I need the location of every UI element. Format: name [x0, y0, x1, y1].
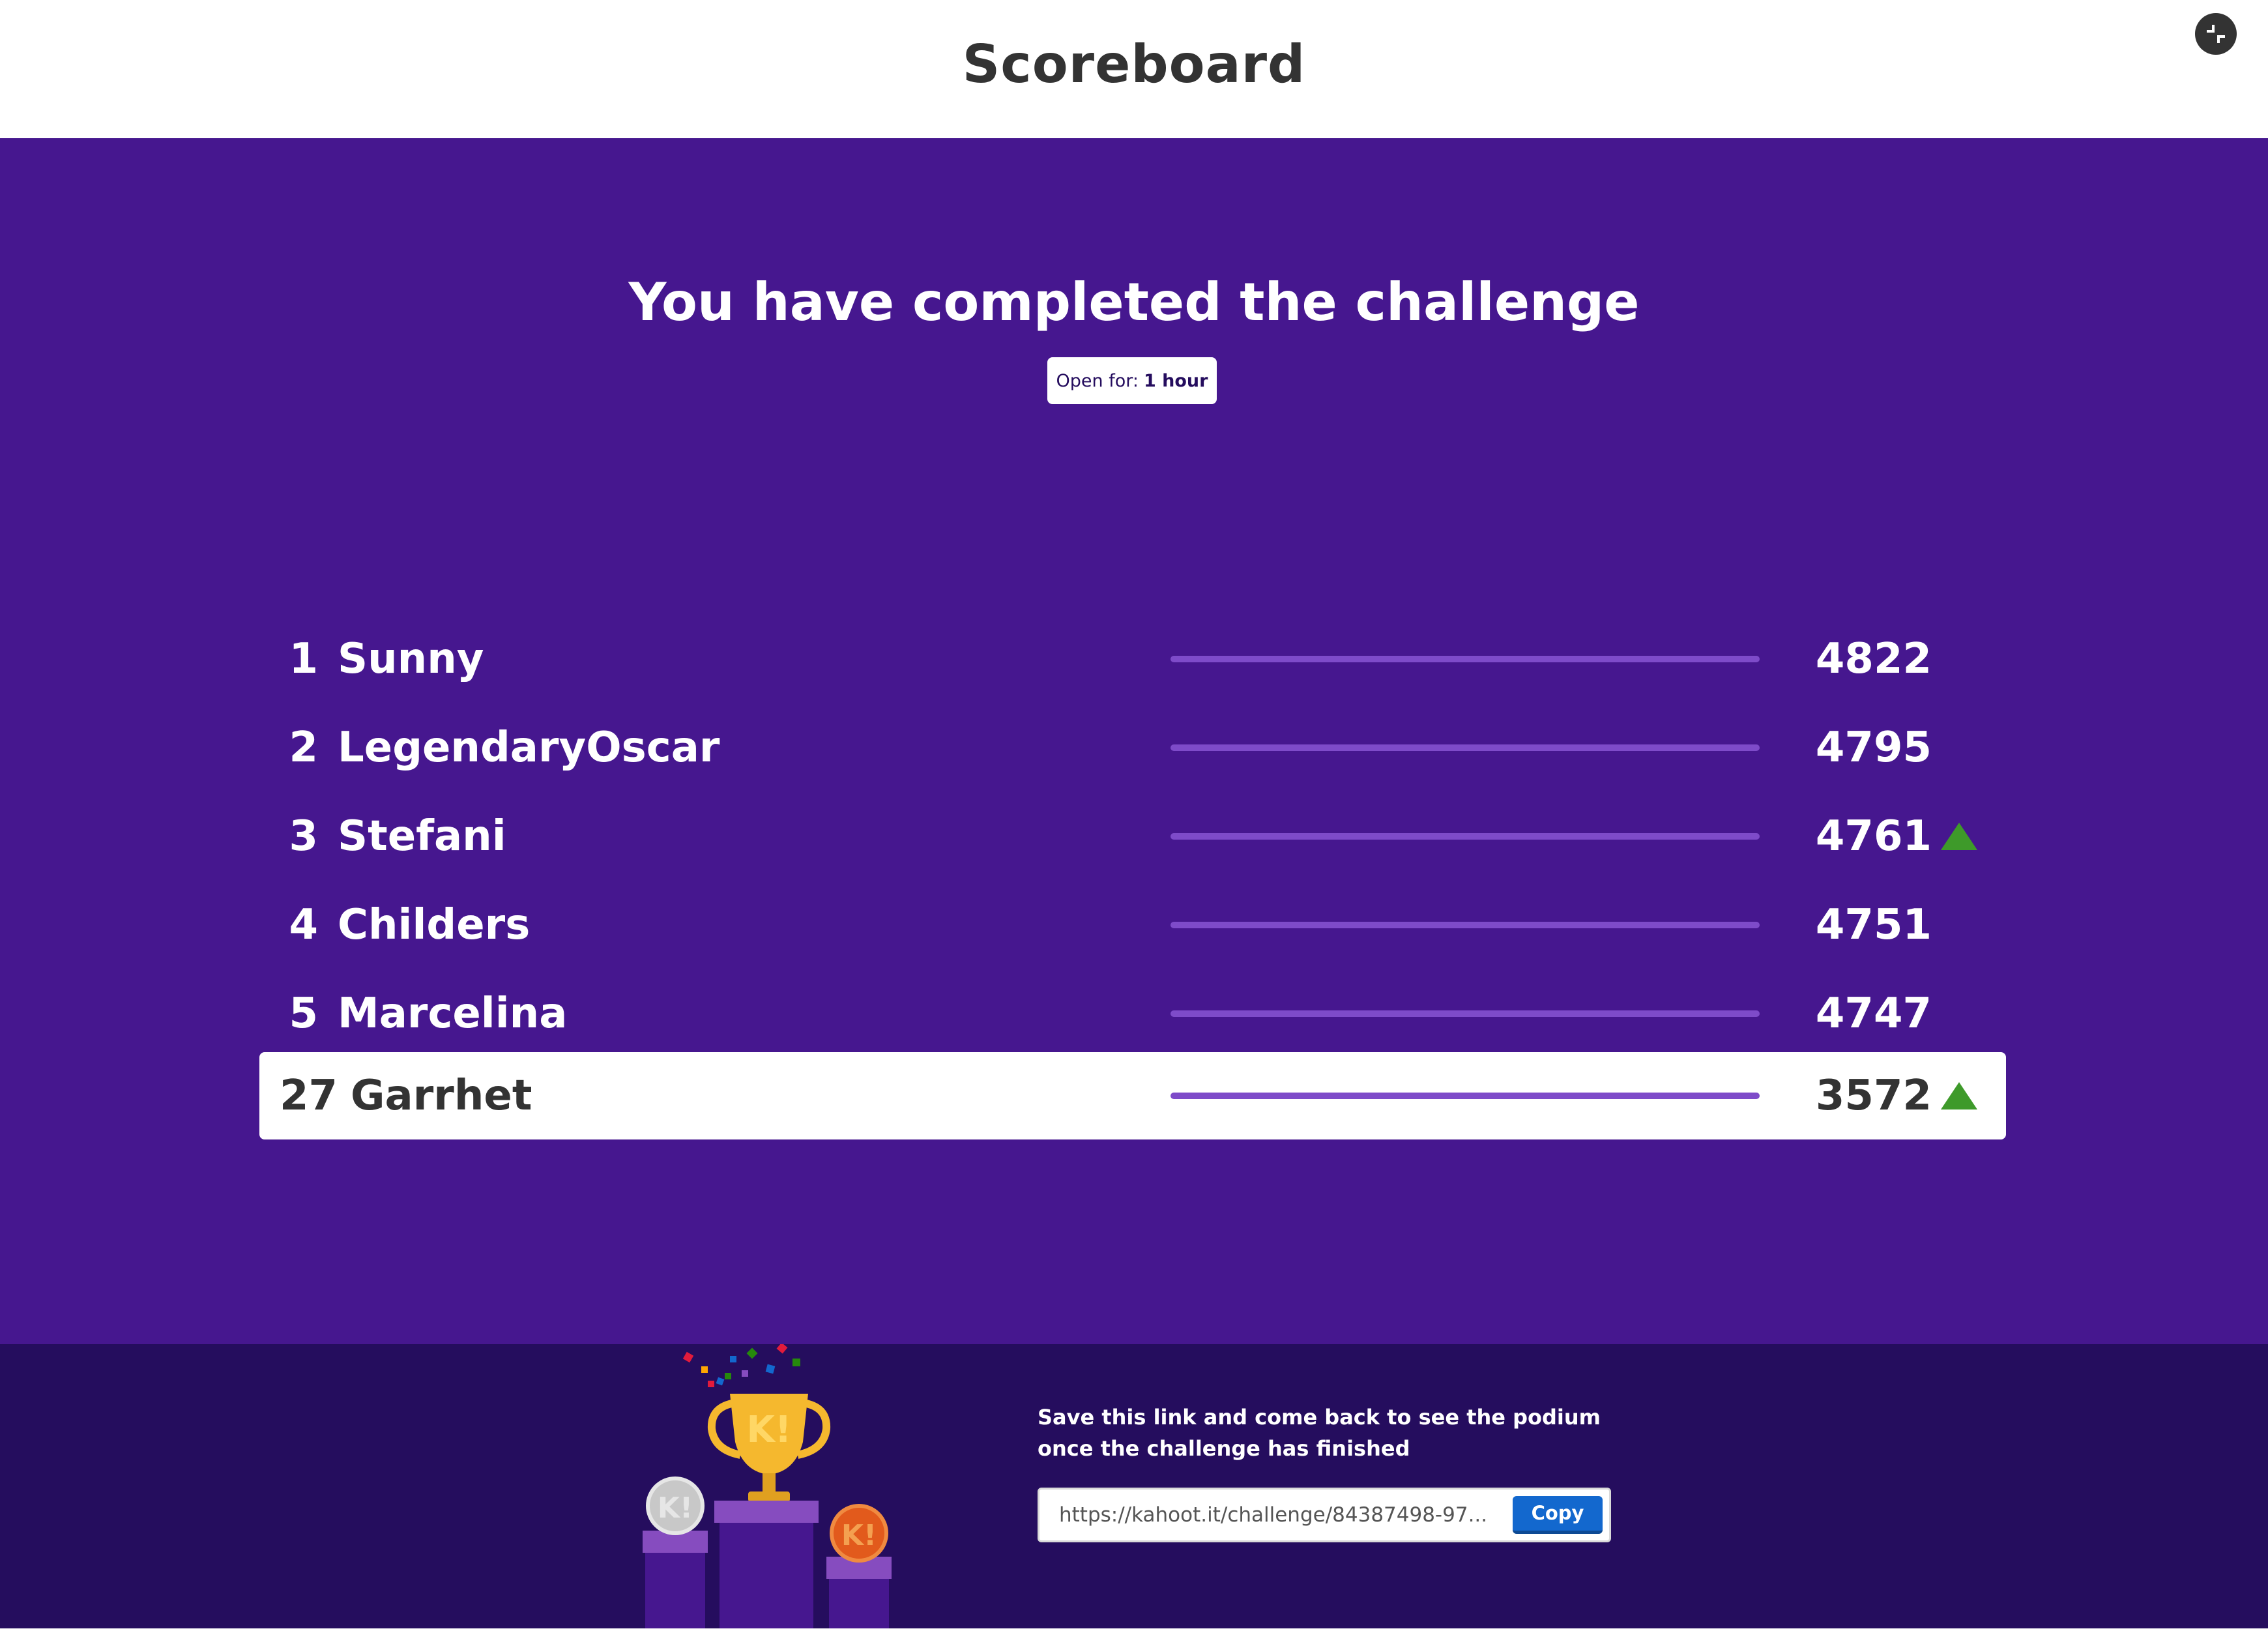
- leaderboard-row: 4 Childers 4751: [259, 881, 2006, 969]
- row-rank: 4: [289, 901, 318, 949]
- row-score: 4751: [1815, 901, 1932, 949]
- trophy-podium-icon: K! K! K!: [643, 1338, 892, 1628]
- page-title: Scoreboard: [962, 34, 1306, 95]
- footer: K! K! K! Save this link and come back to…: [0, 1338, 2268, 1628]
- message-line-1: Save this link and come back to see the …: [1038, 1405, 1601, 1430]
- row-score-bar: [1170, 1093, 1760, 1099]
- fullscreen-exit-icon: [2207, 25, 2225, 43]
- copy-button[interactable]: Copy: [1513, 1496, 1603, 1534]
- row-score: 4822: [1815, 635, 1932, 683]
- row-player-name: LegendaryOscar: [338, 724, 720, 772]
- row-score: 4795: [1815, 724, 1932, 772]
- row-player-name: Childers: [338, 901, 531, 949]
- message-line-2: once the challenge has finished: [1038, 1436, 1410, 1461]
- row-score-bar: [1170, 744, 1760, 751]
- row-score-bar: [1170, 833, 1760, 840]
- podium-illustration: K! K! K!: [639, 1338, 912, 1628]
- podium-link-message: Save this link and come back to see the …: [1038, 1402, 1624, 1464]
- row-player-name: Stefani: [338, 812, 506, 860]
- row-rank: 5: [289, 990, 318, 1038]
- open-for-value: 1 hour: [1143, 370, 1208, 391]
- bronze-medal-logo: K!: [841, 1519, 877, 1552]
- row-player-name: Marcelina: [338, 990, 568, 1038]
- silver-medal-logo: K!: [658, 1491, 693, 1525]
- fullscreen-button[interactable]: [2195, 13, 2237, 55]
- leaderboard-row: 5 Marcelina 4747: [259, 970, 2006, 1057]
- row-score-bar: [1170, 922, 1760, 928]
- row-score: 3572: [1815, 1072, 1932, 1120]
- leaderboard-row: 3 Stefani 4761: [259, 793, 2006, 880]
- row-score: 4747: [1815, 990, 1932, 1038]
- main-panel: You have completed the challenge Open fo…: [0, 138, 2268, 1344]
- challenge-link-field[interactable]: https://kahoot.it/challenge/84387498-97.…: [1038, 1488, 1611, 1542]
- rank-up-icon: [1941, 1082, 1977, 1109]
- row-rank: 27: [279, 1072, 338, 1120]
- row-score-bar: [1170, 1010, 1760, 1017]
- header: Scoreboard: [0, 0, 2268, 138]
- row-rank: 3: [289, 812, 318, 860]
- leaderboard-row: 2 LegendaryOscar 4795: [259, 704, 2006, 791]
- challenge-link-text[interactable]: https://kahoot.it/challenge/84387498-97.…: [1059, 1490, 1489, 1540]
- leaderboard-row: 1 Sunny 4822: [259, 615, 2006, 703]
- row-player-name: Sunny: [338, 635, 484, 683]
- completion-heading: You have completed the challenge: [628, 272, 1640, 332]
- trophy-logo: K!: [747, 1409, 792, 1451]
- open-for-label: Open for:: [1056, 370, 1139, 391]
- current-player-row: 27 Garrhet 3572: [259, 1052, 2006, 1139]
- row-score-bar: [1170, 656, 1760, 662]
- open-for-badge: Open for: 1 hour: [1047, 357, 1217, 404]
- row-player-name: Garrhet: [351, 1072, 532, 1120]
- rank-up-icon: [1941, 823, 1977, 850]
- row-rank: 2: [289, 724, 318, 772]
- row-score: 4761: [1815, 812, 1932, 860]
- row-rank: 1: [289, 635, 318, 683]
